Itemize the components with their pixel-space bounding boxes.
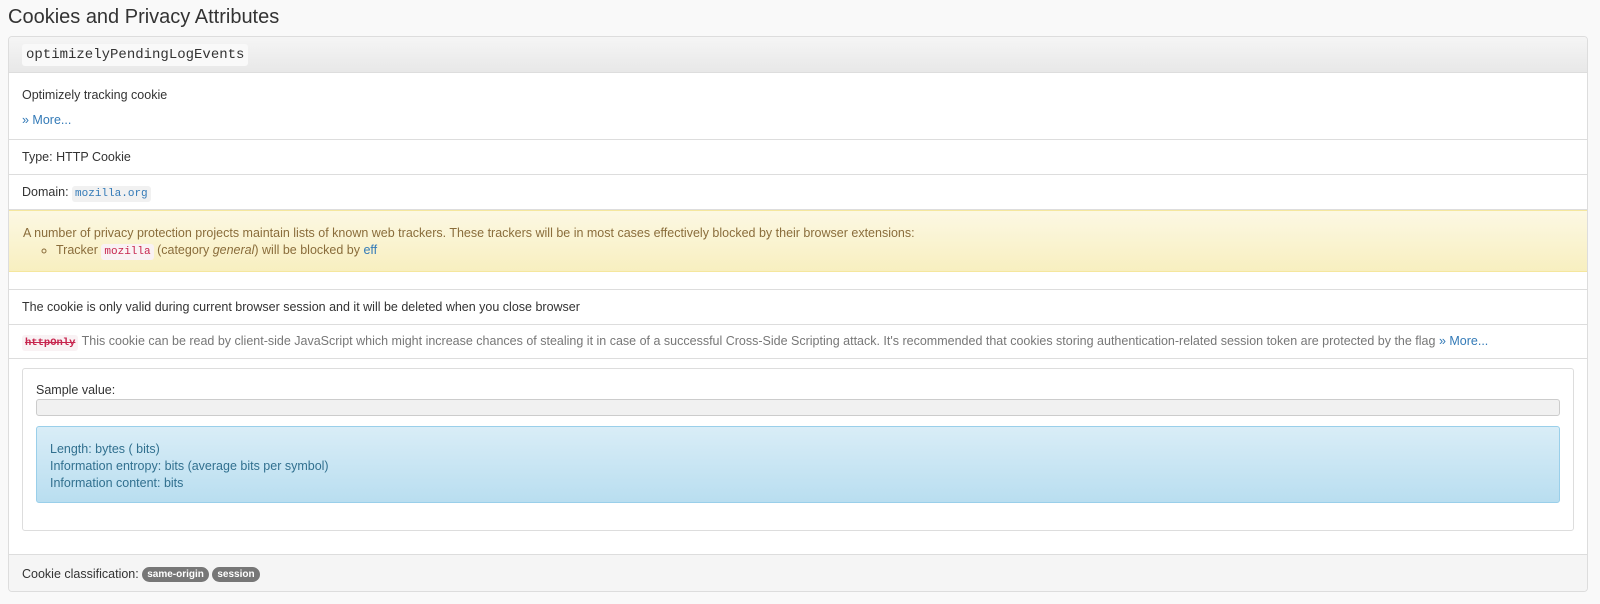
sample-well: Sample value: Length: bytes ( bits) Info… [22, 368, 1574, 531]
length-line: Length: bytes ( bits) [50, 442, 160, 456]
tracker-name: mozilla [101, 244, 154, 260]
type-value: HTTP Cookie [56, 150, 131, 164]
cookie-panel-heading: optimizelyPendingLogEvents [9, 37, 1587, 73]
session-note-row: The cookie is only valid during current … [9, 290, 1587, 325]
cookie-description: Optimizely tracking cookie [22, 88, 168, 102]
cookie-panel: optimizelyPendingLogEvents Optimizely tr… [8, 36, 1588, 592]
httponly-flag: httpOnly [22, 335, 79, 351]
sample-section: Sample value: Length: bytes ( bits) Info… [9, 359, 1587, 555]
sample-value-label: Sample value: [36, 383, 116, 397]
classification-label: Cookie classification: [22, 567, 139, 581]
classification-footer: Cookie classification: same-origin sessi… [9, 555, 1587, 591]
content-line: Information content: bits [50, 475, 184, 490]
description-more-link[interactable]: » More... [22, 113, 71, 127]
spacer-row [9, 272, 1587, 290]
privacy-alert-intro: A number of privacy protection projects … [23, 226, 915, 240]
entropy-info-alert: Length: bytes ( bits) Information entrop… [36, 426, 1560, 503]
entropy-line: Information entropy: bits (average bits … [50, 458, 329, 473]
cookie-type-row: Type: HTTP Cookie [9, 140, 1587, 175]
cookie-domain-row: Domain: mozilla.org [9, 175, 1587, 210]
category-name: general [212, 243, 255, 257]
cookie-description-row: Optimizely tracking cookie » More... [9, 73, 1587, 140]
tracker-list: Tracker mozilla (category general) will … [23, 242, 1573, 261]
tracker-list-item: Tracker mozilla (category general) will … [56, 242, 1573, 261]
badge-session: session [212, 567, 260, 582]
type-label: Type: [22, 150, 53, 164]
domain-value: mozilla.org [72, 186, 151, 202]
privacy-tracker-alert: A number of privacy protection projects … [9, 210, 1587, 272]
domain-label: Domain: [22, 185, 69, 199]
httponly-more-link[interactable]: » More... [1439, 334, 1488, 348]
badge-same-origin: same-origin [142, 567, 209, 582]
sample-value-field[interactable] [36, 399, 1560, 416]
tracker-prefix: Tracker [56, 243, 98, 257]
page-title: Cookies and Privacy Attributes [8, 6, 280, 28]
category-suffix: ) will be blocked by [254, 243, 360, 257]
blocker-link[interactable]: eff [363, 243, 377, 257]
category-prefix: (category [157, 243, 210, 257]
cookie-name: optimizelyPendingLogEvents [22, 44, 249, 66]
session-note: The cookie is only valid during current … [22, 300, 580, 314]
httponly-warning-row: httpOnly This cookie can be read by clie… [9, 325, 1587, 359]
httponly-text: This cookie can be read by client-side J… [81, 334, 1436, 348]
